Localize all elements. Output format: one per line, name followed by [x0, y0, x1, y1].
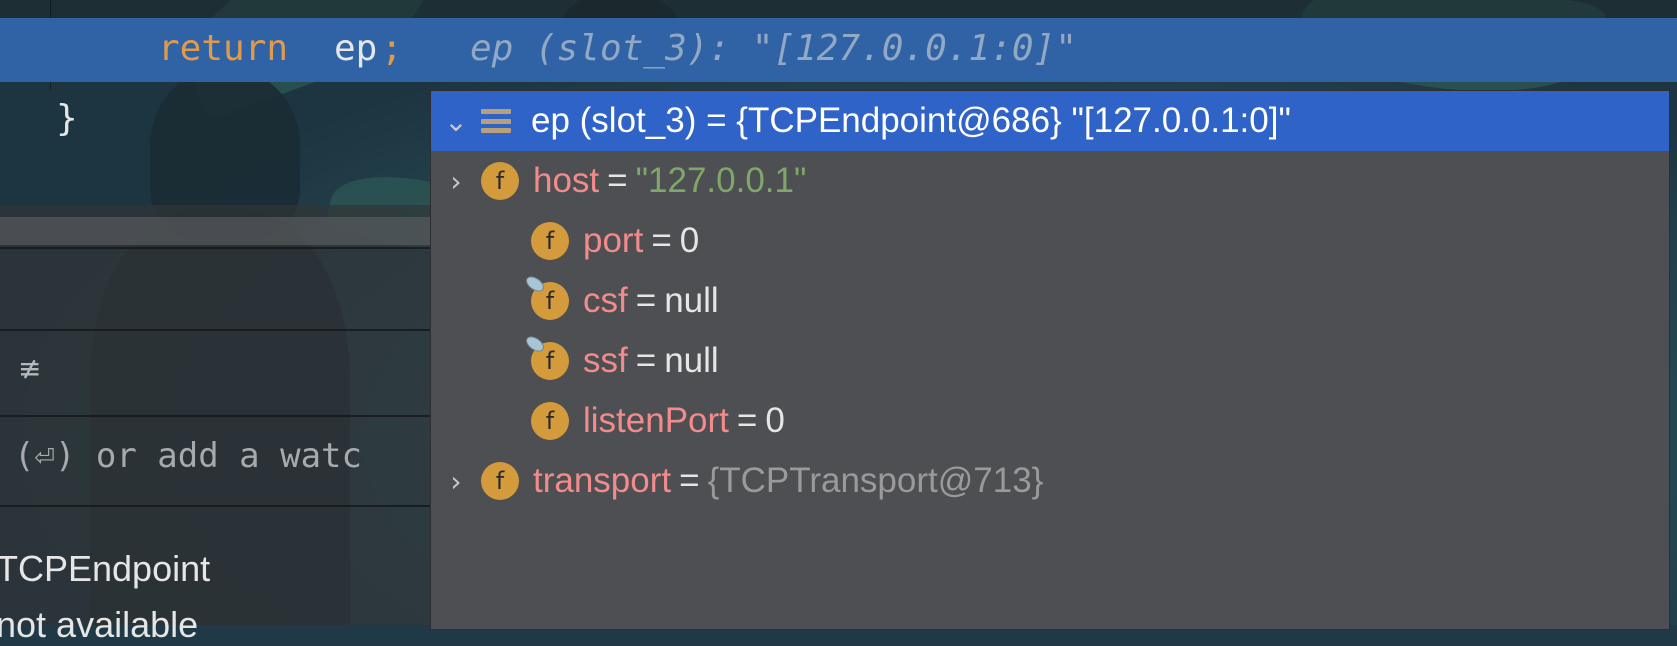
layout-settings-icon[interactable]: ≢	[18, 352, 41, 385]
transient-marker-icon	[523, 273, 547, 295]
panel-divider	[0, 329, 430, 331]
transient-field-icon: f	[523, 333, 569, 380]
field-value: 0	[765, 401, 785, 440]
field-value: null	[664, 341, 719, 380]
tree-row-ssf[interactable]: f ssf = null	[431, 331, 1669, 391]
tree-row-host[interactable]: › f host = "127.0.0.1"	[431, 151, 1669, 211]
field-value: null	[664, 281, 719, 320]
root-label: ep (slot_3) = {TCPEndpoint@686} "[127.0.…	[531, 101, 1291, 140]
transient-field-icon: f	[523, 273, 569, 320]
field-icon: f	[531, 222, 569, 260]
code-semicolon: ;	[381, 28, 403, 69]
equals-sign: =	[607, 161, 628, 200]
code-keyword-return: return	[158, 28, 289, 69]
debugger-value-popup[interactable]: ⌄ ep (slot_3) = {TCPEndpoint@686} "[127.…	[430, 90, 1670, 630]
chevron-right-icon[interactable]: ›	[431, 165, 481, 198]
tree-row-root[interactable]: ⌄ ep (slot_3) = {TCPEndpoint@686} "[127.…	[431, 91, 1669, 151]
execution-point-line[interactable]: return ep ; ep (slot_3): "[127.0.0.1:0]"	[0, 18, 1677, 82]
equals-sign: =	[679, 461, 700, 500]
equals-sign: =	[635, 341, 657, 380]
field-icon: f	[481, 162, 519, 200]
field-icon-letter: f	[545, 287, 555, 315]
field-name: port	[583, 221, 644, 260]
panel-header-band	[0, 217, 430, 245]
field-value: "127.0.0.1"	[635, 161, 807, 200]
watch-hint-text: (⏎) or add a watc	[14, 436, 362, 476]
tree-row-listenport[interactable]: f listenPort = 0	[431, 391, 1669, 451]
object-icon	[481, 109, 511, 133]
chevron-right-icon[interactable]: ›	[431, 465, 481, 498]
panel-divider	[0, 415, 430, 417]
field-name: transport	[533, 461, 672, 500]
field-name: host	[533, 161, 600, 200]
field-value: {TCPTransport@713}	[707, 461, 1044, 500]
equals-sign: =	[736, 401, 758, 440]
field-value: 0	[679, 221, 700, 260]
chevron-down-icon[interactable]: ⌄	[431, 105, 481, 138]
inline-value-hint[interactable]: ep (slot_3): "[127.0.0.1:0]"	[470, 28, 1077, 69]
field-icon-letter: f	[545, 347, 555, 375]
equals-sign: =	[635, 281, 657, 320]
transient-marker-icon	[523, 333, 547, 355]
field-name: csf	[583, 281, 628, 320]
code-variable-ep[interactable]: ep	[334, 28, 377, 69]
editor-previous-line	[0, 0, 1677, 18]
panel-divider	[0, 505, 430, 507]
field-icon: f	[481, 462, 519, 500]
tree-row-csf[interactable]: f csf = null	[431, 271, 1669, 331]
field-name: listenPort	[583, 401, 729, 440]
tree-row-transport[interactable]: › f transport = {TCPTransport@713}	[431, 451, 1669, 511]
field-name: ssf	[583, 341, 628, 380]
variable-row[interactable]: TCPEndpoint	[0, 548, 210, 590]
equals-sign: =	[651, 221, 672, 260]
code-closing-brace: }	[56, 98, 78, 139]
panel-divider	[0, 247, 430, 249]
variable-row[interactable]: not available	[0, 604, 198, 646]
tree-row-port[interactable]: f port = 0	[431, 211, 1669, 271]
field-icon: f	[531, 402, 569, 440]
